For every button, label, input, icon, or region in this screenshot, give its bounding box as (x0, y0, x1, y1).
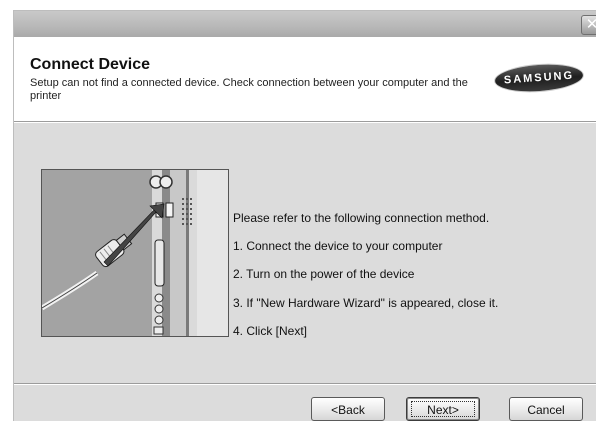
page-title: Connect Device (30, 56, 151, 73)
footer-divider (14, 383, 596, 385)
instruction-step: 2. Turn on the power of the device (233, 267, 415, 281)
usb-cable-connection-icon (40, 170, 228, 336)
page-subtitle: Setup can not find a connected device. C… (30, 77, 468, 102)
cancel-button[interactable]: Cancel (509, 397, 583, 421)
focus-ring (411, 401, 475, 417)
close-button[interactable]: ✕ (581, 15, 596, 35)
setup-dialog: ✕ Connect Device Setup can not find a co… (13, 10, 596, 421)
title-bar: ✕ (14, 11, 596, 37)
next-button[interactable]: Next> (406, 397, 480, 421)
header-divider (14, 121, 596, 123)
instruction-step: 4. Click [Next] (233, 324, 308, 338)
back-button[interactable]: <Back (311, 397, 385, 421)
instruction-step: 3. If "New Hardware Wizard" is appeared,… (233, 296, 499, 310)
dialog-header: Connect Device Setup can not find a conn… (14, 37, 596, 121)
samsung-logo: SAMSUNG (494, 61, 584, 95)
instruction-step: 1. Connect the device to your computer (233, 239, 443, 253)
usb-connection-illustration (40, 169, 229, 337)
instructions-intro: Please refer to the following connection… (233, 211, 490, 225)
close-icon: ✕ (586, 15, 596, 33)
